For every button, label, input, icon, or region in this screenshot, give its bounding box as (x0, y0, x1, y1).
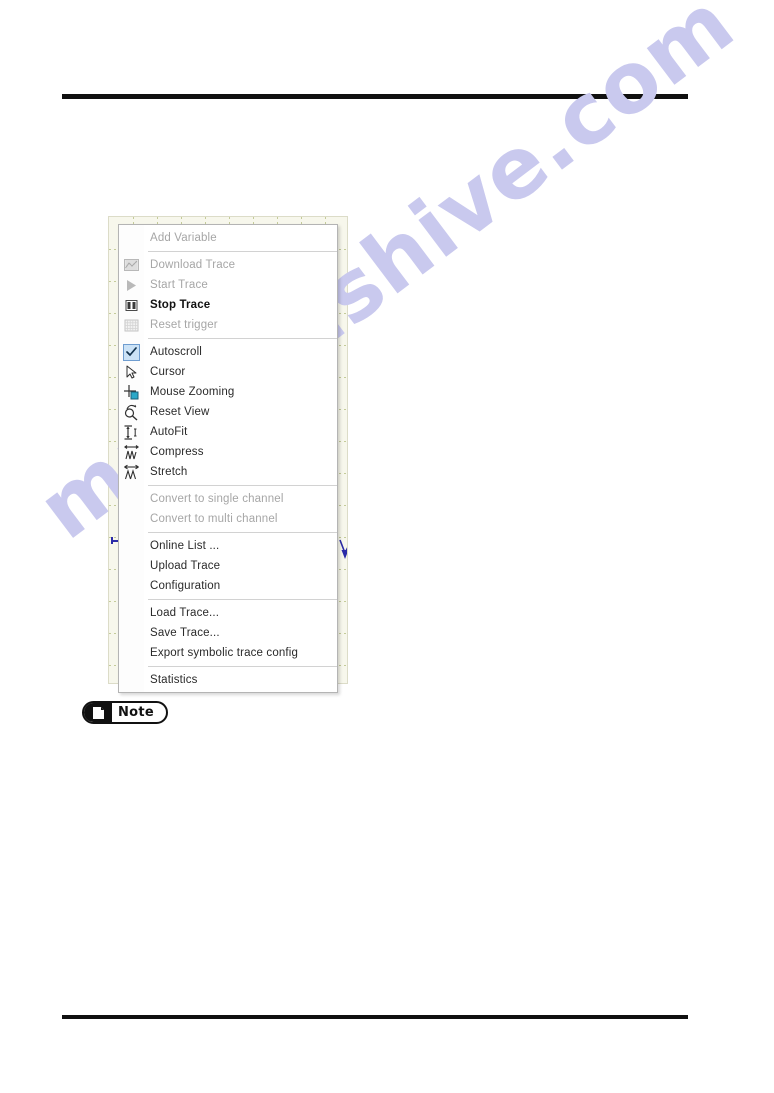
menu-item-label: Convert to single channel (150, 493, 284, 505)
checkbox-checked-icon (119, 342, 144, 362)
reset-trigger-icon (119, 315, 144, 335)
menu-item-label: Configuration (150, 580, 221, 592)
autofit-icon (119, 422, 144, 442)
note-document-icon (84, 703, 112, 722)
menu-item[interactable]: AutoFit (119, 422, 337, 442)
menu-item: Reset trigger (119, 315, 337, 335)
mouse-zoom-icon (119, 382, 144, 402)
menu-item-label: Online List ... (150, 540, 220, 552)
menu-item[interactable]: Compress (119, 442, 337, 462)
menu-item: Download Trace (119, 255, 337, 275)
menu-item-label: Upload Trace (150, 560, 221, 572)
download-trace-icon (119, 255, 144, 275)
stretch-icon (119, 462, 144, 482)
menu-item-label: Mouse Zooming (150, 386, 235, 398)
menu-item: Convert to multi channel (119, 509, 337, 529)
page-top-rule (62, 94, 688, 99)
menu-item[interactable]: Upload Trace (119, 556, 337, 576)
menu-item[interactable]: Export symbolic trace config (119, 643, 337, 663)
menu-item-label: Save Trace... (150, 627, 220, 639)
menu-item-label: Add Variable (150, 232, 217, 244)
menu-item-label: Reset trigger (150, 319, 218, 331)
menu-separator (148, 251, 337, 252)
menu-item-icon-empty (119, 576, 144, 596)
menu-item-label: Reset View (150, 406, 210, 418)
menu-item-label: Start Trace (150, 279, 208, 291)
menu-item[interactable]: Stretch (119, 462, 337, 482)
note-label: Note (117, 705, 155, 720)
menu-item-label: Stretch (150, 466, 188, 478)
note-badge: Note (82, 701, 168, 724)
menu-item-label: Compress (150, 446, 204, 458)
menu-item-label: Export symbolic trace config (150, 647, 299, 659)
menu-item-icon-empty (119, 509, 144, 529)
menu-item-label: Convert to multi channel (150, 513, 278, 525)
menu-item-icon-empty (119, 536, 144, 556)
cursor-arrow-icon (119, 362, 144, 382)
menu-item[interactable]: Load Trace... (119, 603, 337, 623)
trace-context-menu[interactable]: Add Variable Download Trace Start Trace Sto… (118, 224, 338, 693)
menu-item-label: Statistics (150, 674, 198, 686)
menu-item-label: Autoscroll (150, 346, 202, 358)
menu-item-icon-empty (119, 623, 144, 643)
menu-separator (148, 599, 337, 600)
menu-item-label: Cursor (150, 366, 186, 378)
menu-separator (148, 338, 337, 339)
menu-item-label: Download Trace (150, 259, 236, 271)
menu-item[interactable]: Stop Trace (119, 295, 337, 315)
reset-view-icon (119, 402, 144, 422)
menu-item: Add Variable (119, 228, 337, 248)
menu-item-icon-empty (119, 556, 144, 576)
menu-item-label: Load Trace... (150, 607, 220, 619)
menu-item[interactable]: Mouse Zooming (119, 382, 337, 402)
menu-item-icon-empty (119, 228, 144, 248)
menu-item[interactable]: Configuration (119, 576, 337, 596)
page-bottom-rule (62, 1015, 688, 1019)
cursor-marker (339, 539, 347, 559)
start-trace-icon (119, 275, 144, 295)
menu-item-icon-empty (119, 670, 144, 690)
menu-item-label: AutoFit (150, 426, 188, 438)
menu-separator (148, 666, 337, 667)
menu-separator (148, 485, 337, 486)
menu-item: Convert to single channel (119, 489, 337, 509)
menu-item-icon-empty (119, 643, 144, 663)
menu-item[interactable]: Autoscroll (119, 342, 337, 362)
menu-item-icon-empty (119, 489, 144, 509)
menu-item[interactable]: Cursor (119, 362, 337, 382)
menu-item[interactable]: Save Trace... (119, 623, 337, 643)
compress-icon (119, 442, 144, 462)
menu-item-label: Stop Trace (150, 299, 211, 311)
menu-separator (148, 532, 337, 533)
menu-item-icon-empty (119, 603, 144, 623)
menu-item[interactable]: Reset View (119, 402, 337, 422)
menu-item[interactable]: Online List ... (119, 536, 337, 556)
stop-trace-icon (119, 295, 144, 315)
menu-item[interactable]: Statistics (119, 670, 337, 690)
menu-item: Start Trace (119, 275, 337, 295)
